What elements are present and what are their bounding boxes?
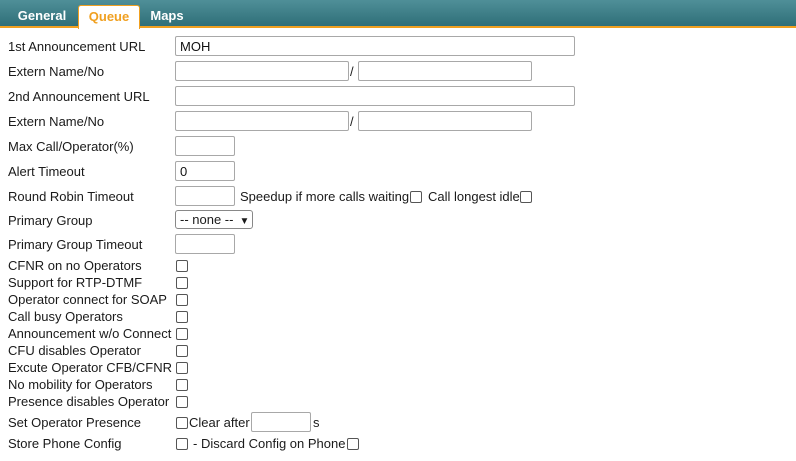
operator-soap-label: Operator connect for SOAP <box>8 292 167 307</box>
store-phone-config-checkbox[interactable] <box>176 438 188 450</box>
clear-after-unit: s <box>313 415 320 430</box>
primary-group-timeout-input[interactable] <box>175 234 235 254</box>
chevron-down-icon: ▼ <box>239 216 250 227</box>
announcement1-label: 1st Announcement URL <box>8 39 146 54</box>
excute-cfb-label: Excute Operator CFB/CFNR <box>8 360 172 375</box>
extern1-label: Extern Name/No <box>8 64 105 79</box>
cfnr-no-operators-checkbox[interactable] <box>176 260 188 272</box>
call-busy-checkbox[interactable] <box>176 311 188 323</box>
clear-after-input[interactable] <box>251 412 311 432</box>
extern2-name-input[interactable] <box>175 111 349 131</box>
discard-config-checkbox[interactable] <box>347 438 359 450</box>
announcement2-input[interactable] <box>175 86 575 106</box>
speedup-checkbox[interactable] <box>410 191 422 203</box>
tab-bar: General Queue Maps <box>0 0 796 29</box>
clear-after-label: Clear after <box>189 415 250 430</box>
primary-group-label: Primary Group <box>8 213 93 228</box>
tab-general[interactable]: General <box>8 5 76 26</box>
set-presence-label: Set Operator Presence <box>8 415 141 430</box>
primary-group-selected: -- none -- <box>180 212 234 227</box>
extern2-number-input[interactable] <box>358 111 532 131</box>
extern2-separator: / <box>350 114 354 129</box>
operator-soap-checkbox[interactable] <box>176 294 188 306</box>
rtp-dtmf-label: Support for RTP-DTMF <box>8 275 143 290</box>
set-presence-checkbox[interactable] <box>176 417 188 429</box>
round-robin-input[interactable] <box>175 186 235 206</box>
cfnr-no-operators-label: CFNR on no Operators <box>8 258 142 273</box>
discard-config-label: - Discard Config on Phone <box>193 436 346 451</box>
primary-group-select[interactable]: -- none -- ▼ <box>175 210 253 229</box>
alert-timeout-input[interactable] <box>175 161 235 181</box>
round-robin-label: Round Robin Timeout <box>8 189 134 204</box>
extern2-label: Extern Name/No <box>8 114 105 129</box>
tab-queue[interactable]: Queue <box>78 5 140 29</box>
cfu-disables-checkbox[interactable] <box>176 345 188 357</box>
announcement-no-connect-label: Announcement w/o Connect <box>8 326 172 341</box>
max-call-input[interactable] <box>175 136 235 156</box>
longest-idle-label: Call longest idle <box>428 189 520 204</box>
speedup-label: Speedup if more calls waiting <box>240 189 410 204</box>
extern1-separator: / <box>350 64 354 79</box>
presence-disables-checkbox[interactable] <box>176 396 188 408</box>
extern1-number-input[interactable] <box>358 61 532 81</box>
tab-maps[interactable]: Maps <box>142 5 192 26</box>
presence-disables-label: Presence disables Operator <box>8 394 170 409</box>
announcement2-label: 2nd Announcement URL <box>8 89 150 104</box>
primary-group-timeout-label: Primary Group Timeout <box>8 237 143 252</box>
call-busy-label: Call busy Operators <box>8 309 123 324</box>
announcement-no-connect-checkbox[interactable] <box>176 328 188 340</box>
max-call-label: Max Call/Operator(%) <box>8 139 134 154</box>
longest-idle-checkbox[interactable] <box>520 191 532 203</box>
excute-cfb-checkbox[interactable] <box>176 362 188 374</box>
no-mobility-checkbox[interactable] <box>176 379 188 391</box>
alert-timeout-label: Alert Timeout <box>8 164 85 179</box>
no-mobility-label: No mobility for Operators <box>8 377 153 392</box>
rtp-dtmf-checkbox[interactable] <box>176 277 188 289</box>
cfu-disables-label: CFU disables Operator <box>8 343 141 358</box>
announcement1-input[interactable] <box>175 36 575 56</box>
store-phone-config-label: Store Phone Config <box>8 436 122 451</box>
extern1-name-input[interactable] <box>175 61 349 81</box>
